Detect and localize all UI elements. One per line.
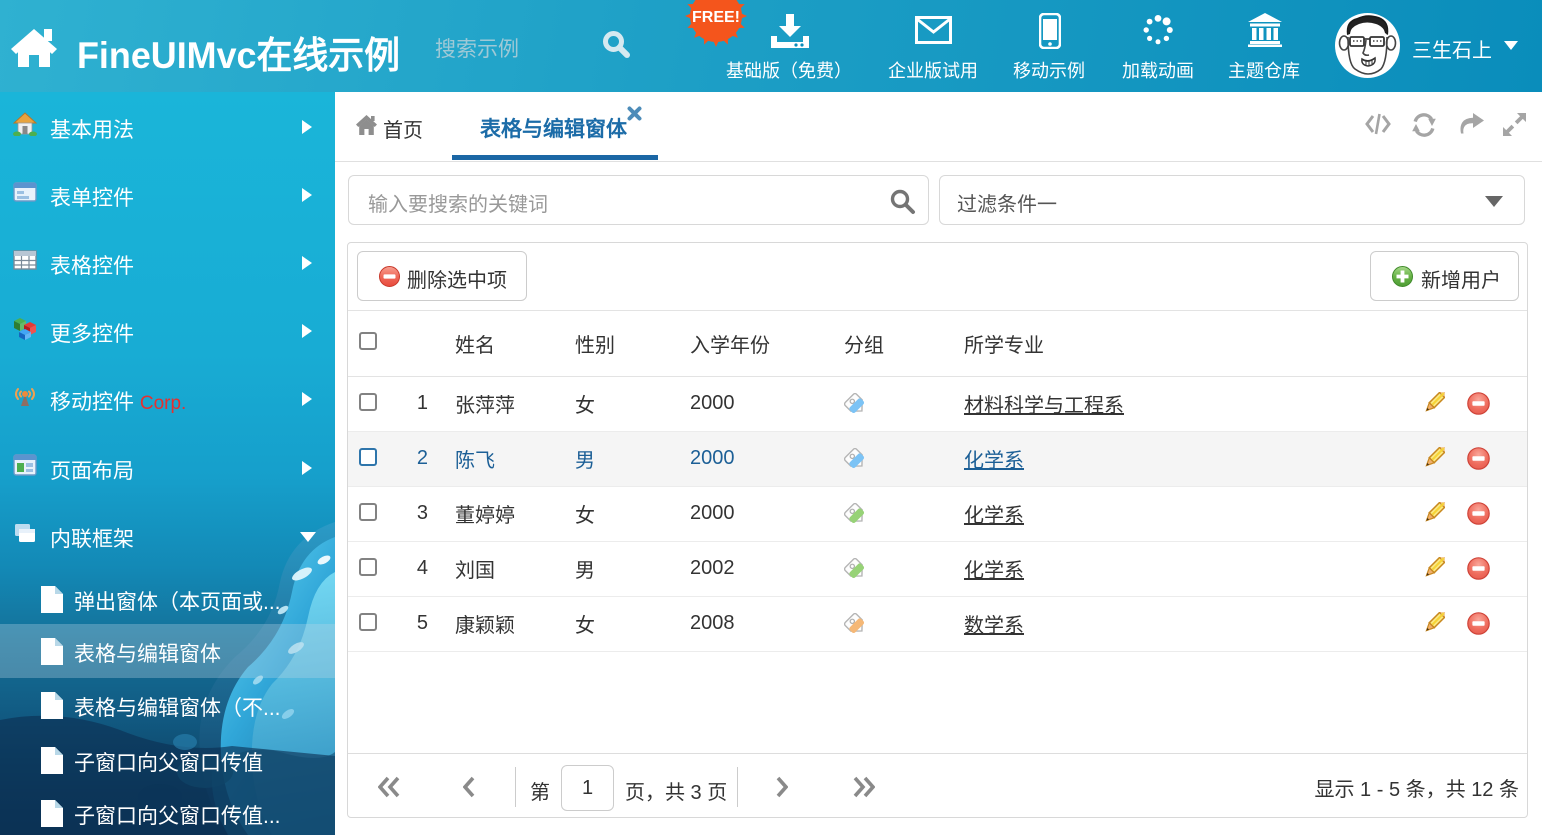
svg-text:FREE!: FREE! [692, 9, 740, 26]
